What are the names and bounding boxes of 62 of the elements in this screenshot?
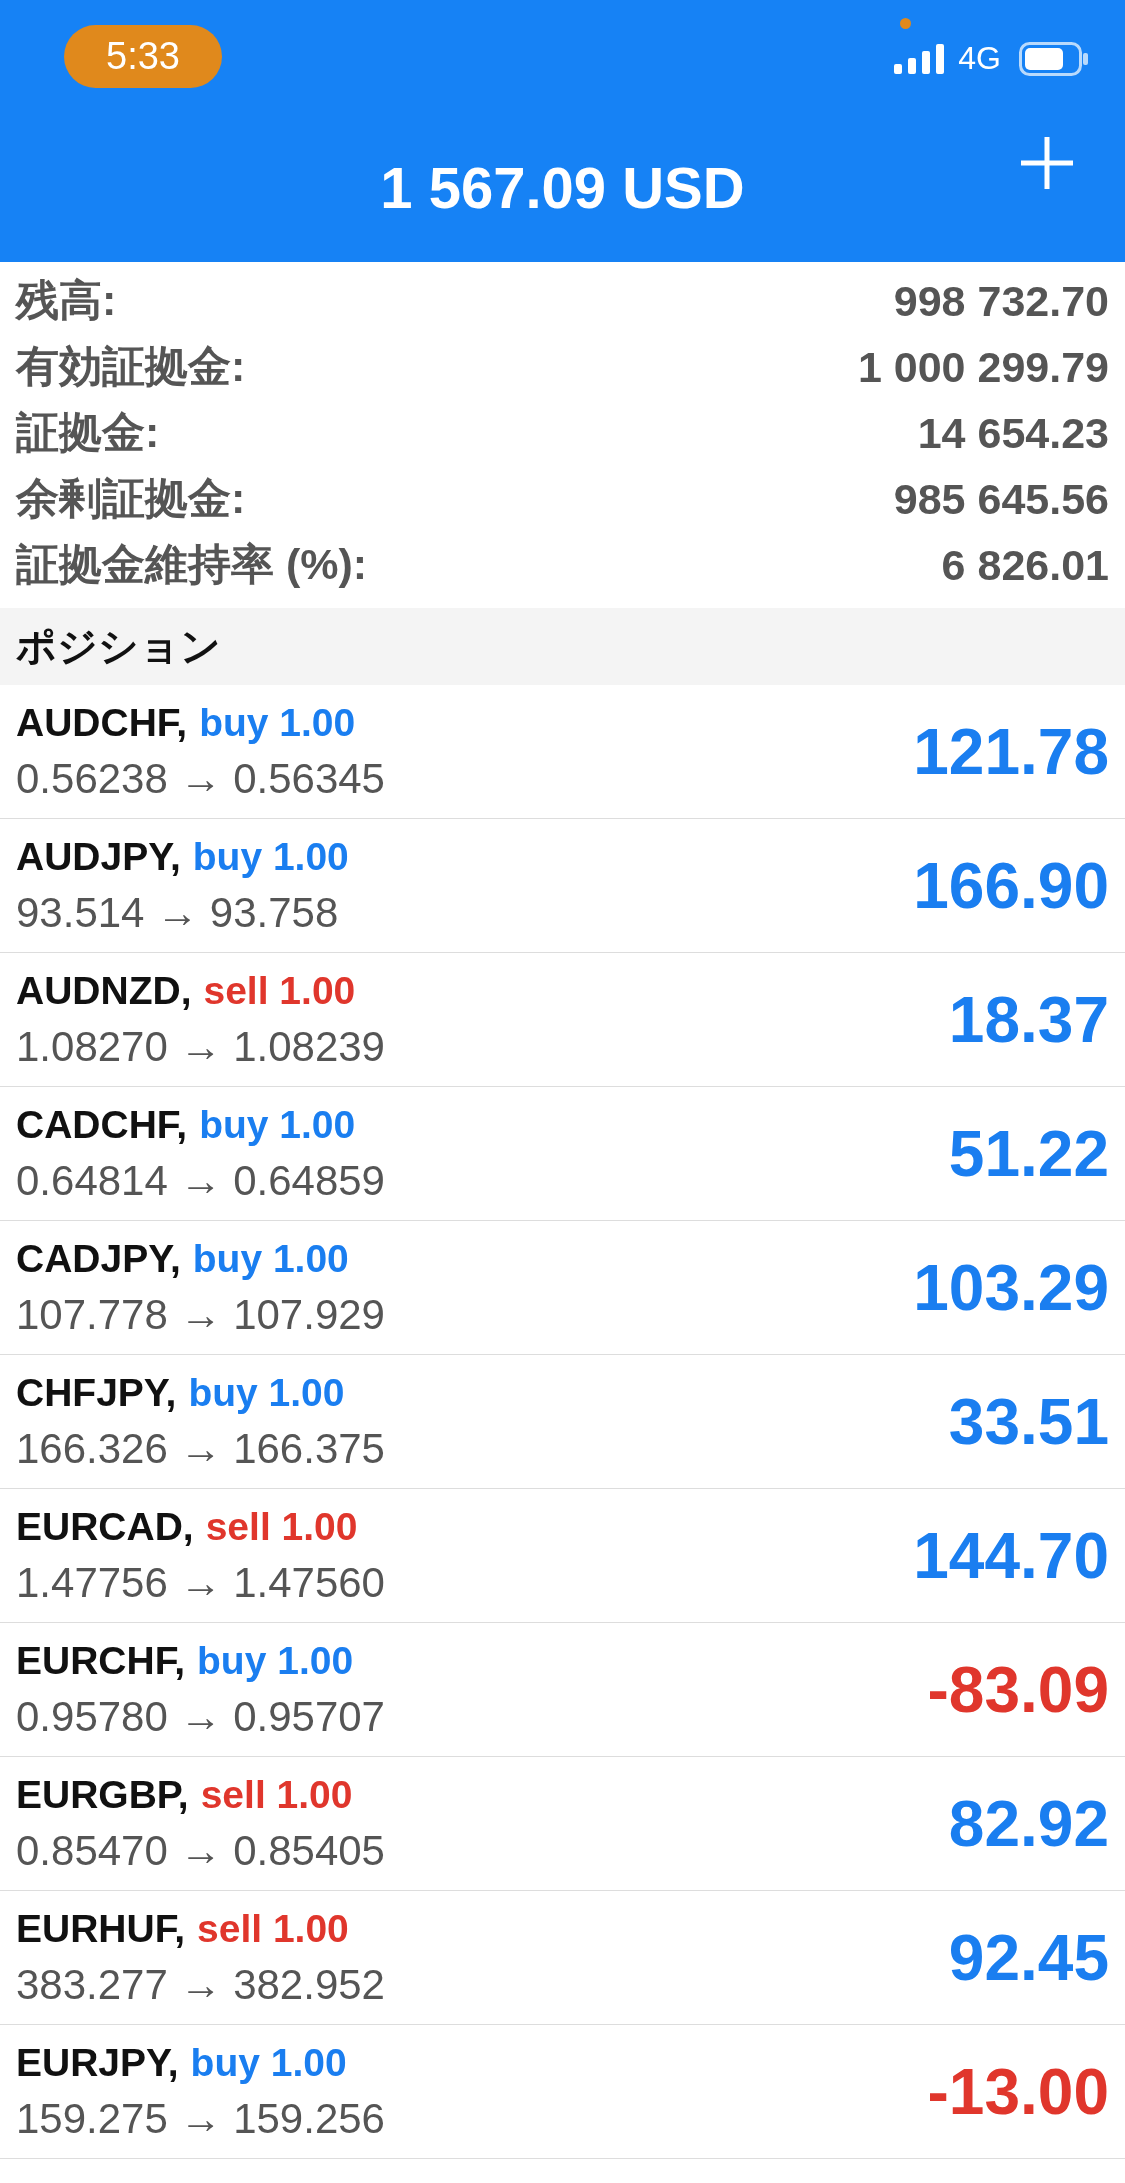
symbol-label: AUDNZD,: [16, 968, 192, 1013]
price-change: 93.514 → 93.758: [16, 888, 340, 937]
order-label: buy 1.00: [188, 1370, 345, 1415]
battery-icon: [1019, 41, 1089, 76]
symbol-label: AUDCHF,: [16, 700, 188, 745]
network-label: 4G: [958, 40, 1001, 77]
summary-value: 998 732.70: [893, 276, 1109, 326]
profit-value: -83.09: [927, 1652, 1109, 1727]
symbol-label: EURGBP,: [16, 1772, 189, 1817]
profit-value: -13.00: [927, 2054, 1109, 2129]
balance-title: 1 567.09 USD: [380, 154, 745, 221]
profit-value: 51.22: [948, 1116, 1109, 1191]
profit-value: 166.90: [913, 848, 1109, 923]
symbol-label: EURCAD,: [16, 1504, 194, 1549]
price-change: 0.95780 → 0.95707: [16, 1692, 385, 1741]
summary-value: 14 654.23: [917, 408, 1109, 458]
signal-icon: [894, 43, 947, 74]
price-change: 0.85470 → 0.85405: [16, 1826, 385, 1875]
order-label: buy 1.00: [199, 1102, 356, 1147]
profit-value: 18.37: [948, 982, 1109, 1057]
symbol-label: CADJPY,: [16, 1236, 181, 1281]
summary-value: 6 826.01: [941, 540, 1109, 590]
profit-value: 103.29: [913, 1250, 1109, 1325]
symbol-label: EURHUF,: [16, 1906, 185, 1951]
order-label: buy 1.00: [192, 834, 349, 879]
order-label: buy 1.00: [192, 1236, 349, 1281]
profit-value: 92.45: [948, 1920, 1109, 1995]
price-change: 1.47756 → 1.47560: [16, 1558, 385, 1607]
price-change: 0.64814 → 0.64859: [16, 1156, 385, 1205]
order-label: buy 1.00: [199, 700, 356, 745]
summary-value: 1 000 299.79: [857, 342, 1109, 392]
order-label: buy 1.00: [197, 1638, 354, 1683]
profit-value: 82.92: [948, 1786, 1109, 1861]
price-change: 166.326 → 166.375: [16, 1424, 385, 1473]
symbol-label: CHFJPY,: [16, 1370, 177, 1415]
price-change: 159.275 → 159.256: [16, 2094, 385, 2143]
summary-label: 証拠金維持率 (%):: [16, 539, 368, 590]
order-label: buy 1.00: [190, 2040, 347, 2085]
symbol-label: CADCHF,: [16, 1102, 188, 1147]
section-header: ポジション: [0, 608, 1125, 685]
price-change: 0.56238 → 0.56345: [16, 754, 385, 803]
symbol-label: EURJPY,: [16, 2040, 179, 2085]
profit-value: 33.51: [948, 1384, 1109, 1459]
recording-dot-icon: [900, 18, 911, 29]
plus-icon[interactable]: [1019, 135, 1075, 191]
symbol-label: AUDJPY,: [16, 834, 181, 879]
price-change: 1.08270 → 1.08239: [16, 1022, 385, 1071]
price-change: 107.778 → 107.929: [16, 1290, 385, 1339]
summary-label: 余剰証拠金:: [16, 473, 246, 524]
profit-value: 121.78: [913, 714, 1109, 789]
order-label: sell 1.00: [205, 1504, 358, 1549]
order-label: sell 1.00: [197, 1906, 349, 1951]
summary-label: 証拠金:: [16, 407, 160, 458]
summary-label: 残高:: [16, 275, 117, 326]
price-change: 383.277 → 382.952: [16, 1960, 385, 2009]
summary-label: 有効証拠金:: [16, 341, 246, 392]
profit-value: 144.70: [913, 1518, 1109, 1593]
summary-value: 985 645.56: [893, 474, 1109, 524]
order-label: sell 1.00: [200, 1772, 353, 1817]
order-label: sell 1.00: [203, 968, 356, 1013]
status-time: 5:33: [64, 25, 222, 88]
symbol-label: EURCHF,: [16, 1638, 185, 1683]
